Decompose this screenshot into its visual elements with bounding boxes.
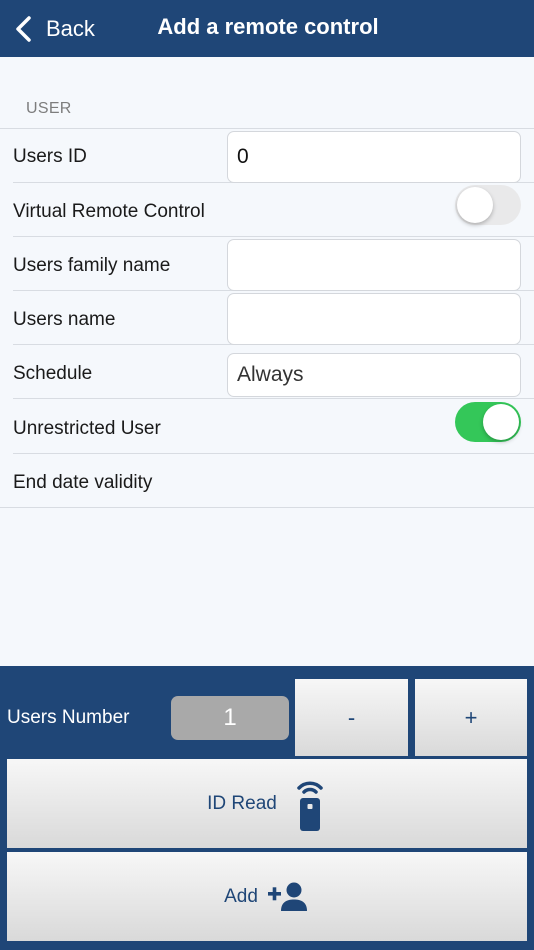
family-name-label: Users family name [13,255,171,276]
section-header: USER [26,100,72,117]
id-read-button[interactable]: ID Read [7,759,527,848]
page-title: Add a remote control [157,14,379,39]
add-user-icon [267,882,307,911]
divider [13,453,534,454]
navigation-bar: Back Add a remote control [0,0,534,57]
divider [13,236,534,237]
remote-control-icon [297,780,323,831]
add-label: Add [224,885,258,907]
unrestricted-user-label: Unrestricted User [13,418,161,439]
id-read-label: ID Read [207,792,277,814]
users-id-field[interactable]: 0 [227,131,521,183]
add-button[interactable]: Add [7,852,527,941]
family-name-field[interactable] [227,239,521,291]
decrement-button[interactable]: - [295,679,408,756]
toggle-knob [457,187,493,223]
divider [0,507,534,508]
increment-button[interactable]: + [415,679,527,756]
end-date-validity-row[interactable]: End date validity [13,472,152,494]
users-number-value: 1 [171,696,289,740]
divider [0,128,534,129]
users-name-label: Users name [13,309,116,330]
toggle-knob [483,404,519,440]
users-number-label: Users Number [7,707,130,728]
users-id-label: Users ID [13,146,87,167]
virtual-remote-label: Virtual Remote Control [13,201,205,222]
schedule-field[interactable]: Always [227,353,521,397]
virtual-remote-toggle[interactable] [455,185,521,225]
divider [13,398,534,399]
users-name-field[interactable] [227,293,521,345]
schedule-label: Schedule [13,363,93,384]
unrestricted-user-toggle[interactable] [455,402,521,442]
